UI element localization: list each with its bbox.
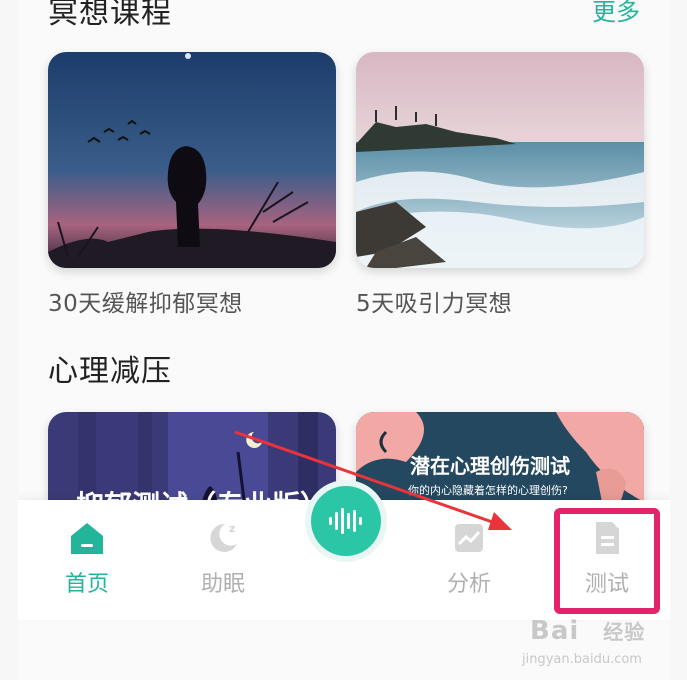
annotation-arrow xyxy=(234,430,512,530)
watermark-url: jingyan.baidu.com xyxy=(522,652,642,667)
baidu-watermark: Bai 经验 xyxy=(530,616,646,646)
